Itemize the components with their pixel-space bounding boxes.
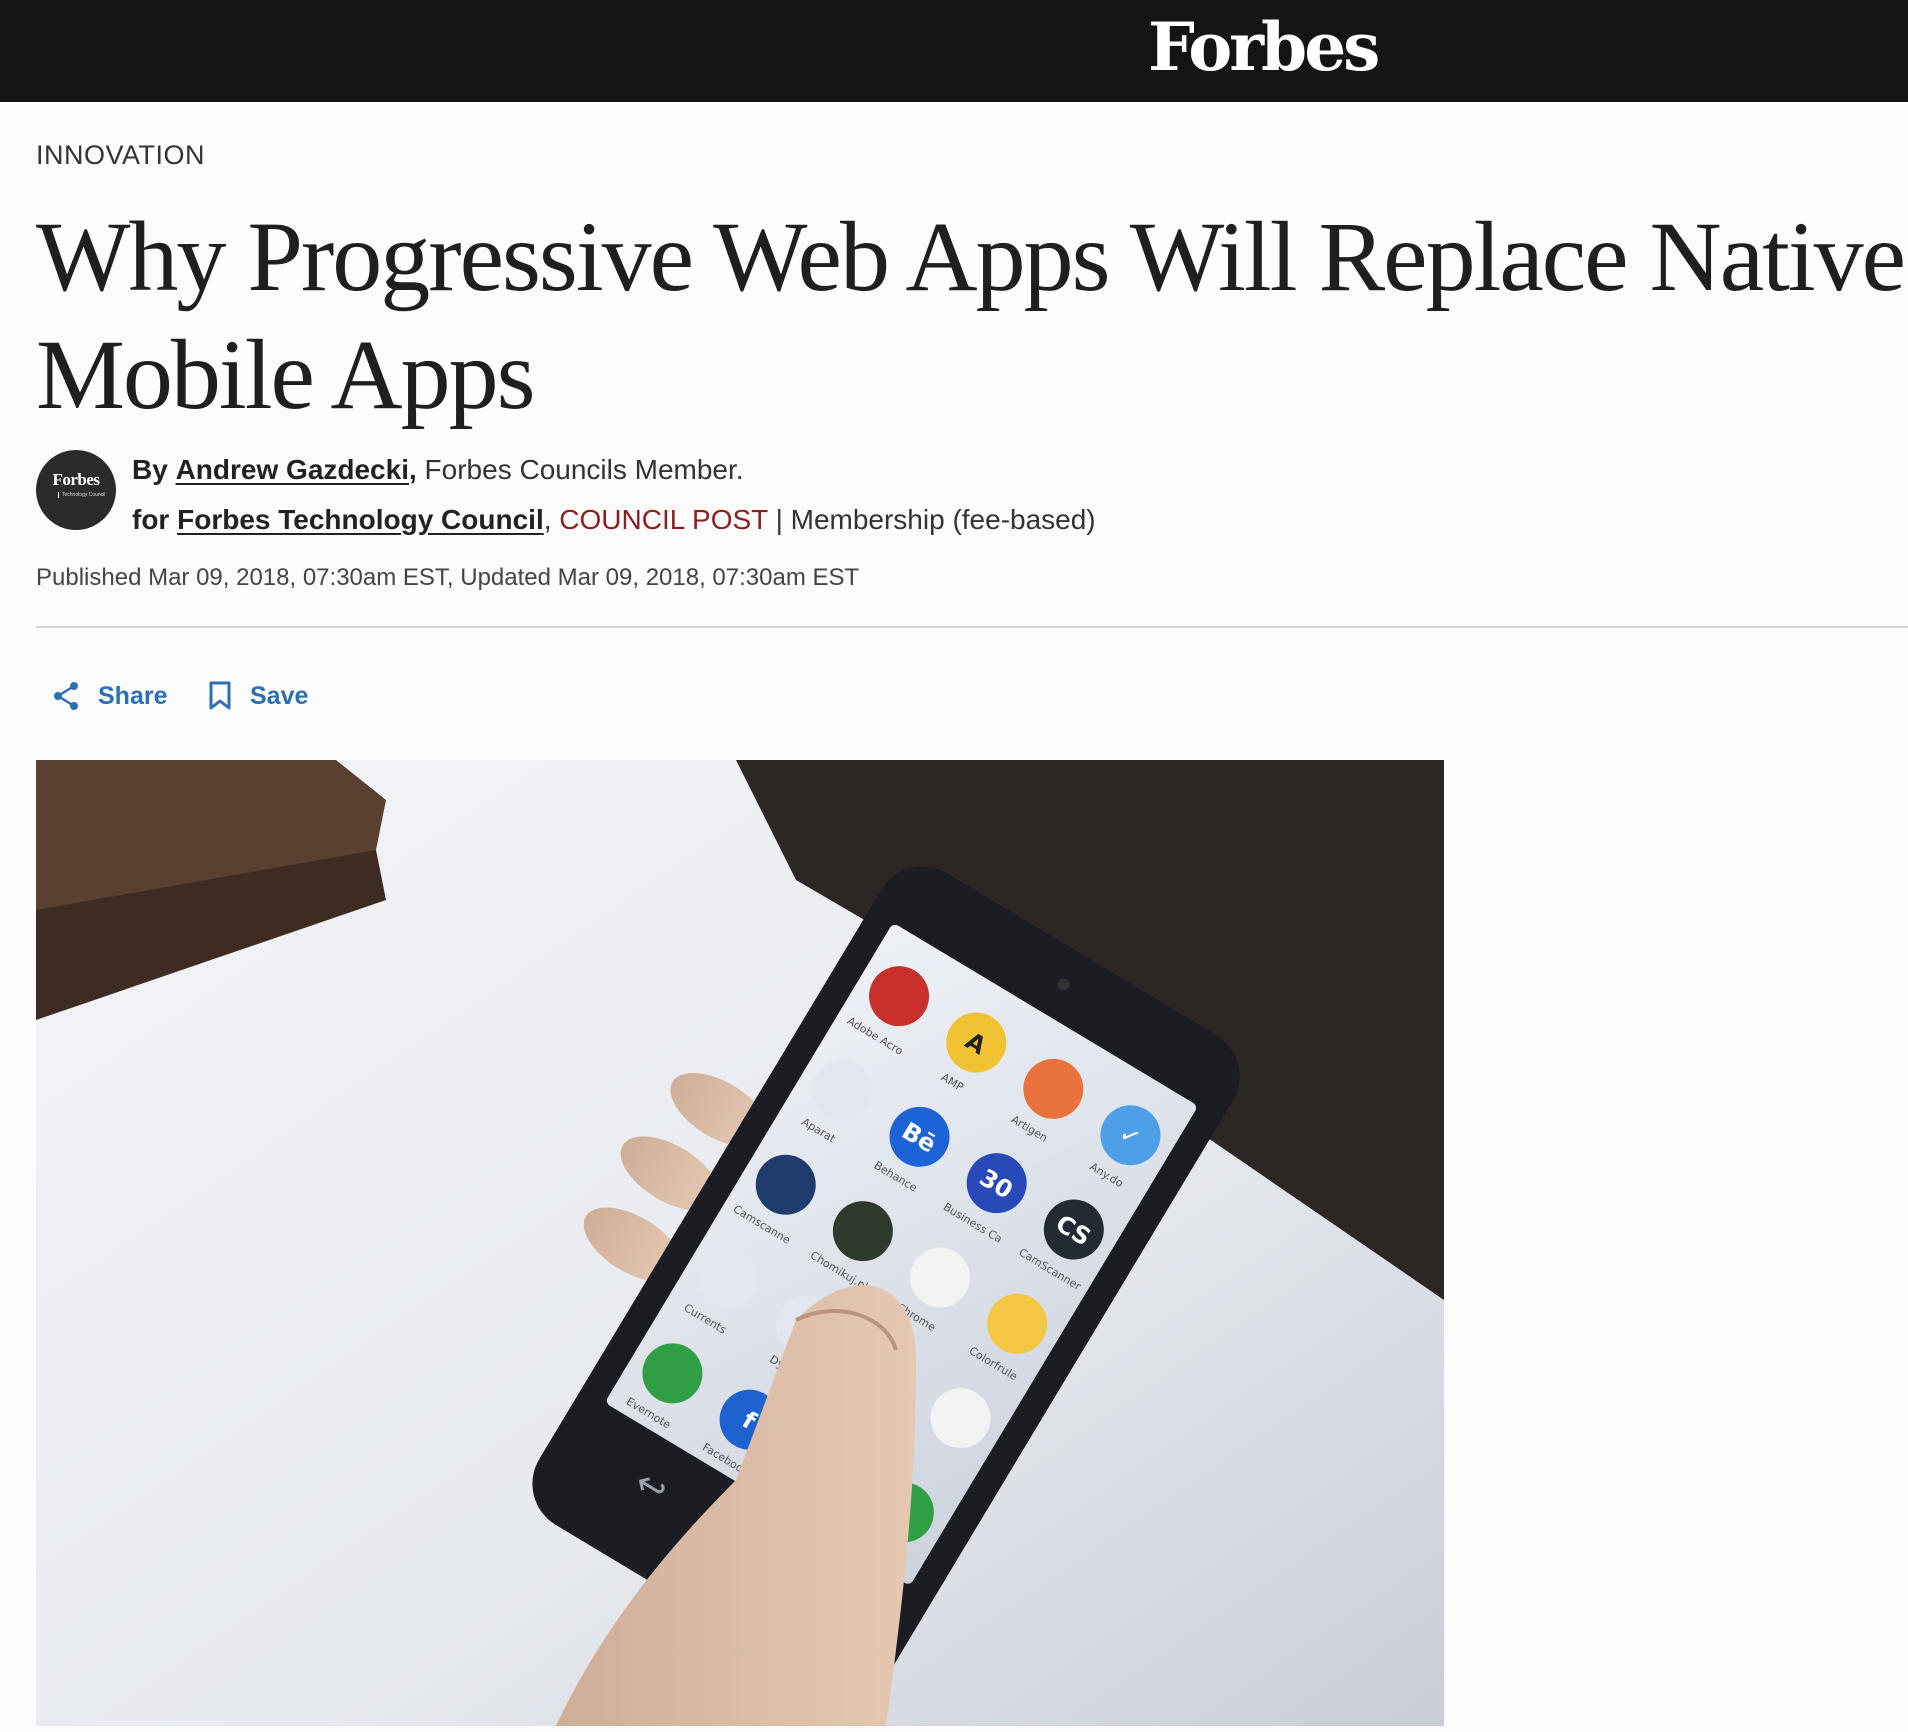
save-label: Save: [250, 681, 309, 710]
header-divider: [36, 626, 1908, 628]
council-logo[interactable]: Forbes Technology Council: [36, 450, 116, 530]
top-navigation-bar: Forbes: [0, 0, 1908, 102]
forbes-logo[interactable]: Forbes: [1148, 4, 1380, 90]
author-link[interactable]: Andrew Gazdecki: [176, 454, 409, 485]
publish-dateline: Published Mar 09, 2018, 07:30am EST, Upd…: [36, 564, 860, 591]
author-role: Forbes Councils Member.: [424, 454, 744, 485]
hero-photo-illustration: Adobe Acro AAMPArtigen ✓Any.doAparat BēBeha…: [36, 760, 1444, 1726]
byline-author-line: By Andrew Gazdecki, Forbes Councils Memb…: [132, 454, 744, 486]
council-logo-subtitle: Technology Council: [58, 492, 106, 498]
membership-note: | Membership (fee-based): [775, 504, 1096, 535]
section-label[interactable]: INNOVATION: [36, 140, 205, 171]
council-separator: ,: [543, 504, 552, 535]
by-prefix: By: [132, 454, 168, 485]
byline-council-line: for Forbes Technology Council, COUNCIL P…: [132, 504, 1096, 536]
bookmark-icon: [209, 681, 231, 710]
share-label: Share: [98, 681, 168, 710]
for-prefix: for: [132, 504, 170, 535]
council-link[interactable]: Forbes Technology Council: [177, 504, 544, 535]
save-button[interactable]: Save: [208, 676, 308, 716]
hero-image: Adobe Acro A AMP Artigen ✓ Any.do Aparat Bē Beha…: [36, 760, 1444, 1726]
share-icon: [54, 682, 78, 710]
article-title: Why Progressive Web Apps Will Replace Na…: [36, 201, 1906, 430]
council-post-label[interactable]: COUNCIL POST: [559, 504, 767, 535]
share-button[interactable]: Share: [52, 676, 167, 716]
author-separator: ,: [408, 454, 417, 485]
council-logo-word: Forbes: [52, 470, 100, 489]
